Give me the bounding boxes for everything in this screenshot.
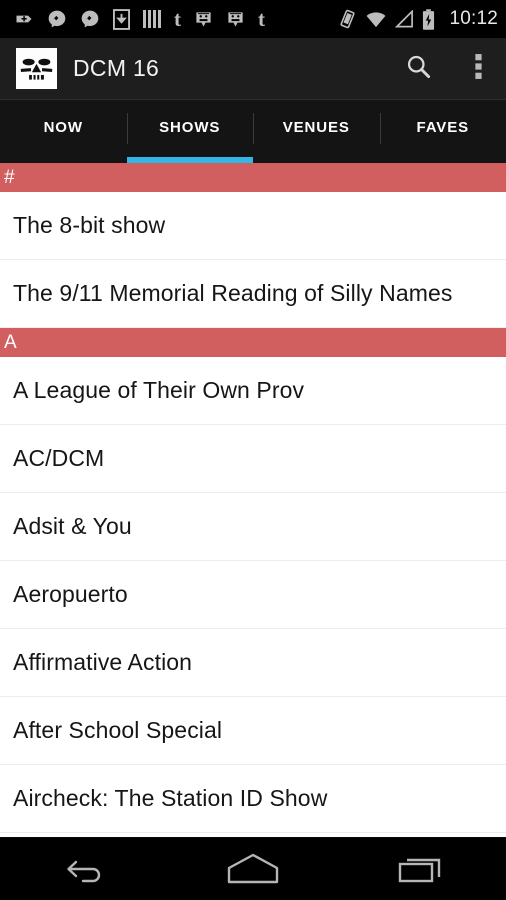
search-button[interactable] (386, 38, 450, 100)
tab-label: SHOWS (159, 119, 221, 136)
overflow-menu-button[interactable] (450, 38, 506, 100)
page-title: DCM 16 (73, 55, 160, 81)
more-vertical-icon (474, 53, 482, 85)
recents-icon (396, 853, 448, 885)
list-item[interactable]: After School Special (0, 697, 506, 765)
list-item[interactable]: Aircheck: The Station ID Show (0, 765, 506, 833)
tab-indicator-active (126, 157, 253, 163)
section-header-label: # (4, 167, 15, 188)
smiley-chat-icon-1 (194, 10, 213, 29)
shows-list[interactable]: # The 8-bit show The 9/11 Memorial Readi… (0, 163, 506, 837)
tab-indicator (253, 157, 380, 163)
list-item[interactable]: AC/DCM (0, 425, 506, 493)
list-item-label: The 8-bit show (13, 212, 166, 238)
tab-shows[interactable]: SHOWS (126, 100, 253, 163)
list-item[interactable]: Aeropuerto (0, 561, 506, 629)
list-item[interactable]: The 9/11 Memorial Reading of Silly Names (0, 260, 506, 328)
tab-label: VENUES (282, 119, 350, 136)
list-item-label: A League of Their Own Prov (13, 377, 305, 403)
list-item-label: The 9/11 Memorial Reading of Silly Names (13, 280, 453, 306)
list-item-label: Adsit & You (13, 513, 132, 539)
status-bar-clock: 10:12 (449, 8, 498, 29)
wifi-icon (365, 10, 387, 28)
tumblr-icon-2: t (258, 7, 265, 31)
status-bar: t t 10:12 (0, 0, 506, 38)
section-header-label: A (4, 332, 17, 353)
home-button[interactable] (198, 838, 308, 900)
list-item-label: After School Special (13, 717, 223, 743)
smiley-chat-icon-2 (226, 10, 245, 29)
battery-charging-icon (422, 8, 435, 30)
bars-icon (143, 9, 161, 29)
list-item-label: AC/DCM (13, 445, 105, 471)
list-item[interactable]: The 8-bit show (0, 192, 506, 260)
recents-button[interactable] (367, 838, 477, 900)
tab-indicator (0, 157, 127, 163)
tab-label: FAVES (416, 119, 470, 136)
android-navigation-bar (0, 837, 506, 900)
status-bar-notification-icons: t t (14, 9, 338, 30)
add-notification-icon (14, 9, 34, 29)
tab-faves[interactable]: FAVES (379, 100, 506, 163)
section-header-hash: # (0, 163, 506, 192)
list-item-label: Aircheck: The Station ID Show (13, 785, 328, 811)
tab-indicator (380, 157, 506, 163)
search-icon (405, 53, 432, 85)
status-bar-system-icons: 10:12 (338, 8, 498, 30)
download-icon (113, 8, 130, 30)
tab-venues[interactable]: VENUES (253, 100, 380, 163)
vibrate-icon (338, 9, 357, 29)
home-icon (225, 852, 281, 886)
list-item[interactable]: A League of Their Own Prov (0, 357, 506, 425)
messenger-icon-1 (47, 9, 67, 29)
list-item-label: Affirmative Action (13, 649, 193, 675)
messenger-icon-2 (80, 9, 100, 29)
action-bar: DCM 16 (0, 38, 506, 100)
list-item[interactable]: Adsit & You (0, 493, 506, 561)
section-header-a: A (0, 328, 506, 357)
tab-bar: NOW SHOWS VENUES FAVES (0, 100, 506, 163)
signal-icon (395, 10, 414, 28)
back-button[interactable] (29, 838, 139, 900)
dcm-skull-logo (16, 48, 57, 89)
tumblr-icon-1: t (174, 7, 181, 31)
tab-label: NOW (43, 119, 83, 136)
tab-now[interactable]: NOW (0, 100, 127, 163)
app-screen: t t 10:12 DCM 16 NOW SHOWS VENUES FAVES … (0, 0, 506, 900)
back-arrow-icon (61, 853, 107, 885)
list-item-label: Aeropuerto (13, 581, 128, 607)
list-item[interactable]: Affirmative Action (0, 629, 506, 697)
